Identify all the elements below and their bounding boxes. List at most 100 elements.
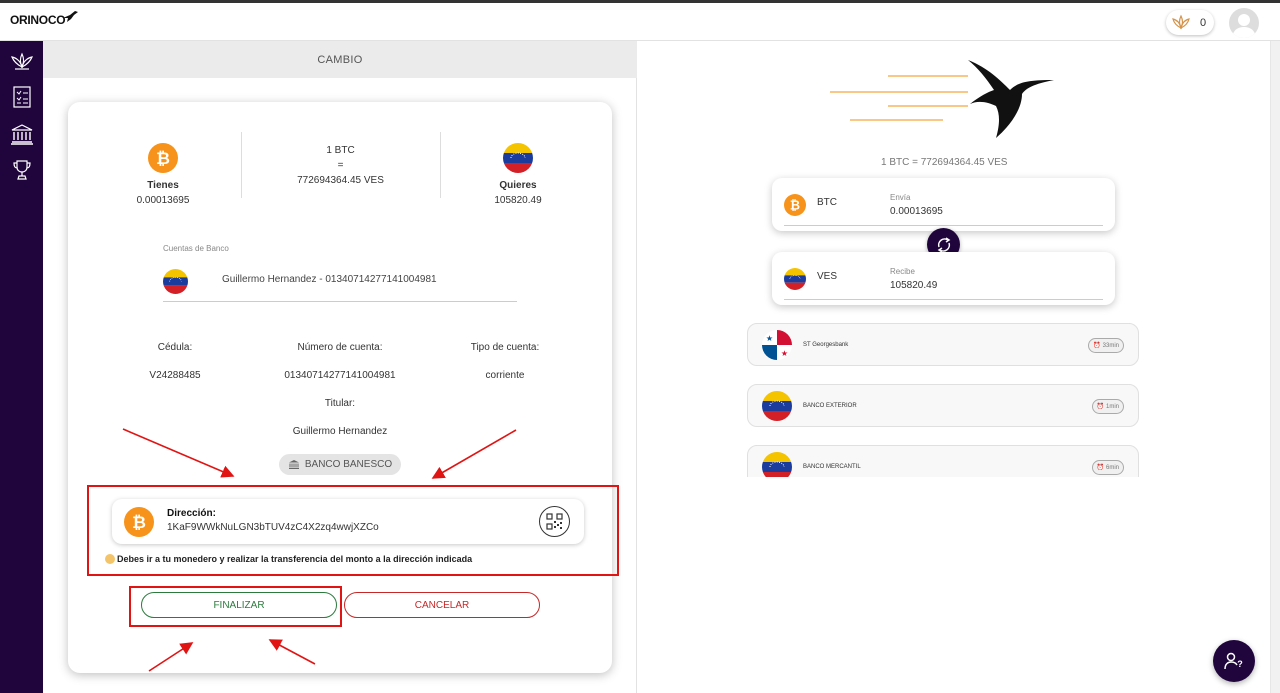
cancel-button[interactable]: CANCELAR (344, 592, 540, 618)
support-chat-button[interactable]: ? (1213, 640, 1255, 682)
venezuela-flag-icon (762, 452, 792, 477)
section-title: CAMBIO (43, 41, 637, 78)
checklist-icon (12, 85, 31, 108)
exchange-rate: 1 BTC = 772694364.45 VES (881, 157, 1008, 168)
lotus-coin-icon (1172, 14, 1190, 29)
swap-icon (937, 236, 950, 253)
svg-text:★: ★ (781, 349, 788, 358)
time-value: 1min (1105, 403, 1119, 410)
venezuela-flag-icon (163, 269, 188, 294)
svg-text:₿: ₿ (790, 198, 800, 212)
venezuela-flag-icon (503, 143, 533, 173)
bank-accounts-label: Cuentas de Banco (163, 244, 229, 253)
warning-text: Debes ir a tu monedero y realizar la tra… (117, 554, 473, 564)
top-header: ORINOCO 0 (0, 3, 1280, 41)
logo-text: ORINOCO (10, 13, 66, 27)
svg-text:?: ? (1237, 659, 1243, 669)
time-badge: ⏰ 33min (1088, 338, 1124, 353)
svg-text:₿: ₿ (156, 149, 170, 168)
cedula-value: V24288485 (149, 370, 201, 381)
exchange-card: ₿ Tienes 0.00013695 1 BTC = 772694364.45… (68, 102, 612, 673)
have-label: Tienes (147, 180, 179, 191)
holder-value: Guillermo Hernandez (292, 426, 388, 437)
time-value: 6min (1105, 464, 1119, 471)
qr-code-button[interactable] (539, 506, 570, 537)
rate-column: 1 BTC = 772694364.45 VES (268, 145, 413, 186)
rate-line-2: 772694364.45 VES (297, 175, 384, 186)
bitcoin-icon: ₿ (148, 143, 178, 173)
want-column: Quieres 105820.49 (478, 143, 558, 206)
bank-name: BANCO BANESCO (304, 459, 393, 470)
holder-label: Titular: (324, 398, 356, 409)
trophy-icon (12, 159, 31, 180)
rate-line-1: 1 BTC (326, 145, 355, 156)
account-type-label: Tipo de cuenta: (470, 342, 540, 353)
bank-name-badge: BANCO BANESCO (279, 454, 401, 475)
sidebar-item-banks[interactable] (8, 120, 35, 147)
account-type-value: corriente (485, 370, 525, 381)
sidebar-item-rewards[interactable] (8, 156, 35, 183)
svg-text:₿: ₿ (132, 513, 146, 532)
address-title: Dirección: (167, 508, 216, 519)
exchange-panel: CAMBIO ₿ Tienes 0.00013695 1 BTC = 77269… (43, 41, 637, 693)
bank-icon (10, 123, 33, 145)
svg-text:★: ★ (766, 334, 773, 343)
venezuela-flag-icon (762, 391, 792, 421)
send-amount-input[interactable]: 0.00013695 (890, 206, 943, 217)
time-value: 33min (1102, 342, 1119, 349)
list-item[interactable]: BANCO MERCANTIL ⏰ 6min (747, 445, 1139, 477)
coins-balance[interactable]: 0 (1166, 10, 1214, 35)
time-badge: ⏰ 6min (1091, 460, 1124, 475)
receive-card: VES Recibe 105820.49 (772, 252, 1115, 305)
warning-dot-icon (105, 554, 115, 564)
bank-account-select[interactable]: Guillermo Hernandez - 013407142771410049… (163, 264, 517, 302)
list-item[interactable]: ★ ★ ST Georgesbank ⏰ 33min (747, 323, 1139, 366)
wallet-address[interactable]: 1KaF9WWkNuLGN3bTUV4zC4X2zq4wwjXZCo (167, 522, 379, 533)
have-amount: 0.00013695 (136, 195, 190, 206)
time-badge: ⏰ 1min (1091, 399, 1124, 414)
sidebar-item-orders[interactable] (8, 83, 35, 110)
divider (241, 132, 242, 198)
coins-count: 0 (1200, 16, 1207, 29)
hummingbird-illustration (830, 60, 1054, 138)
venezuela-flag-icon (784, 268, 806, 290)
bank-list: ★ ★ ST Georgesbank ⏰ 33min BANCO EXTERIO… (745, 323, 1143, 477)
bank-name: ST Georgesbank (803, 342, 849, 348)
cedula-label: Cédula: (157, 342, 193, 353)
user-silhouette-icon (1232, 14, 1256, 38)
receive-currency[interactable]: VES (817, 271, 837, 282)
bank-icon (288, 460, 299, 469)
qr-code-icon (546, 513, 563, 530)
want-amount: 105820.49 (494, 195, 542, 206)
send-currency[interactable]: BTC (817, 197, 837, 208)
clock-icon: ⏰ (1093, 343, 1101, 349)
sidebar (0, 41, 43, 693)
account-number-label: Número de cuenta: (297, 342, 383, 353)
clock-icon: ⏰ (1096, 465, 1104, 471)
bank-name: BANCO MERCANTIL (803, 464, 861, 470)
bitcoin-icon: ₿ (124, 507, 154, 537)
divider (440, 132, 441, 198)
orinoco-logo[interactable]: ORINOCO (10, 11, 79, 27)
finish-button[interactable]: FINALIZAR (141, 592, 337, 618)
selected-account: Guillermo Hernandez - 013407142771410049… (222, 274, 437, 285)
lotus-icon (10, 52, 33, 70)
user-avatar[interactable] (1229, 8, 1259, 38)
page-scrollbar[interactable] (1270, 41, 1280, 693)
receive-label: Recibe (890, 267, 915, 276)
list-item[interactable]: BANCO EXTERIOR ⏰ 1min (747, 384, 1139, 427)
rate-equals: = (337, 160, 344, 171)
want-label: Quieres (499, 180, 537, 191)
sidebar-item-home[interactable] (8, 48, 35, 75)
receive-amount-input[interactable]: 105820.49 (890, 280, 937, 291)
send-card: ₿ BTC Envía 0.00013695 (772, 178, 1115, 231)
input-underline (784, 299, 1103, 300)
panama-flag-icon: ★ ★ (762, 330, 792, 360)
have-column: ₿ Tienes 0.00013695 (123, 143, 203, 206)
clock-icon: ⏰ (1096, 404, 1104, 410)
account-number-value: 01340714277141004981 (284, 370, 396, 381)
bank-name: BANCO EXTERIOR (803, 403, 857, 409)
warning-message: Debes ir a tu monedero y realizar la tra… (105, 554, 472, 564)
user-help-icon: ? (1224, 652, 1243, 670)
input-underline (784, 225, 1103, 226)
